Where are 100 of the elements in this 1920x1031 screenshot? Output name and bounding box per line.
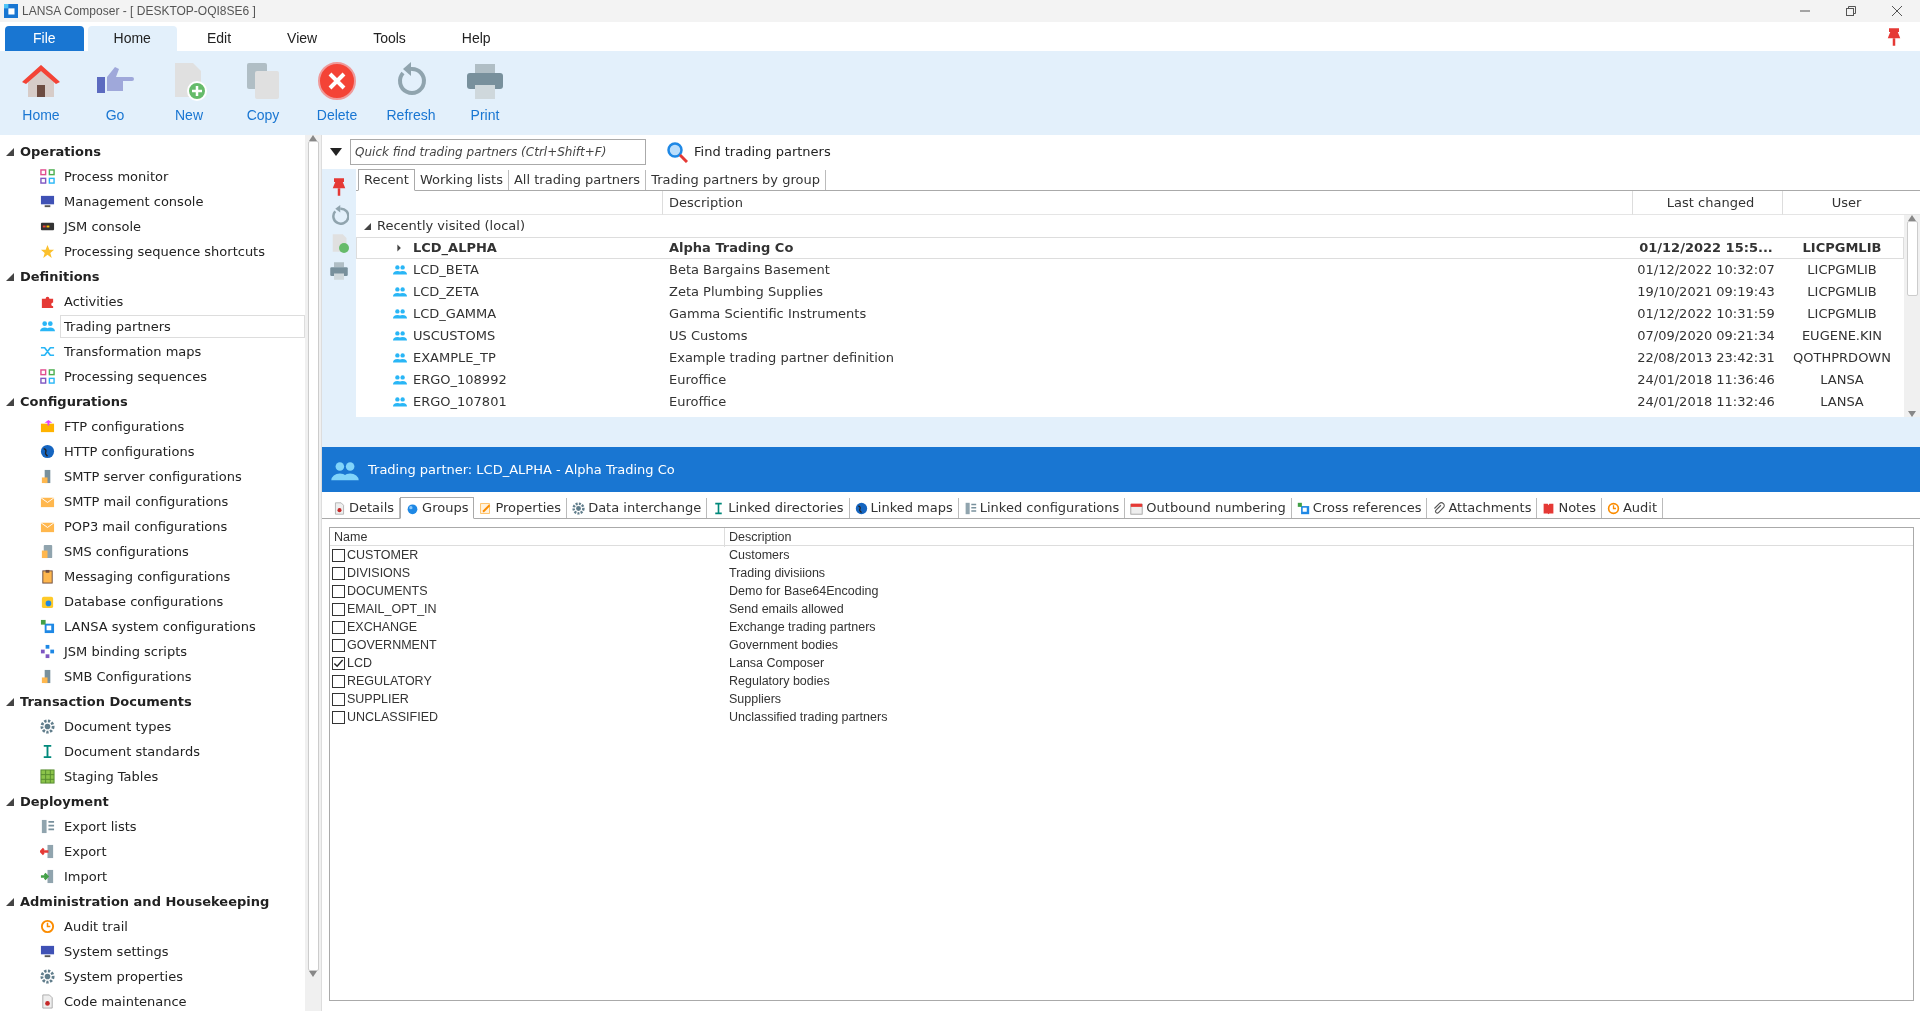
ribbon-button[interactable]: Copy xyxy=(230,61,296,126)
column-header[interactable]: Description xyxy=(724,528,1913,547)
table-cell-text: Zeta Plumbing Supplies xyxy=(668,283,824,302)
list-row[interactable]: ERGO_108992 Euroffice 24/01/2018 11:36:46 LANSA xyxy=(356,369,1904,391)
sidebar-item[interactable]: Processing sequences xyxy=(60,364,305,389)
list-row[interactable]: USCUSTOMS US Customs 07/09/2020 09:21:34 EUGENE.KIN xyxy=(356,325,1904,347)
sidebar-item[interactable]: Export lists xyxy=(60,814,305,839)
sidebar-group-heading[interactable]: Configurations xyxy=(20,391,128,412)
detail-tab[interactable]: Outbound numbering xyxy=(1125,498,1292,518)
sidebar-item[interactable]: Code maintenance xyxy=(60,989,305,1011)
ribbon-button[interactable]: New xyxy=(156,61,222,126)
checkbox[interactable] xyxy=(332,674,345,688)
detail-tab[interactable]: Groups xyxy=(400,497,475,519)
checkbox[interactable] xyxy=(332,692,345,706)
ribbon-button[interactable]: Go xyxy=(82,61,148,126)
table-cell-text: US Customs xyxy=(668,327,749,346)
scrollbar[interactable] xyxy=(1904,215,1920,417)
sidebar-group-heading[interactable]: Transaction Documents xyxy=(20,691,192,712)
checkbox[interactable] xyxy=(332,566,345,580)
checkbox[interactable] xyxy=(332,656,345,670)
list-row[interactable]: LCD_ALPHA Alpha Trading Co 01/12/2022 15:5... LICPGMLIB xyxy=(356,237,1904,259)
monitor-icon xyxy=(40,944,55,959)
sidebar-group-heading[interactable]: Operations xyxy=(20,141,101,162)
list-row[interactable]: LCD_GAMMA Gamma Scientific Instruments 01/12/2022 10:31:59 LICPGMLIB xyxy=(356,303,1904,325)
checkbox[interactable] xyxy=(332,638,345,652)
detail-tab[interactable]: Linked configurations xyxy=(958,498,1126,518)
list-tab[interactable]: All trading partners xyxy=(508,170,647,190)
sidebar-group-heading[interactable]: Definitions xyxy=(20,266,100,287)
sidebar-item[interactable]: Database configurations xyxy=(60,589,305,614)
detail-tab[interactable]: Linked maps xyxy=(849,498,959,518)
sidebar-item[interactable]: Trading partners xyxy=(60,314,305,339)
list-row[interactable]: EXAMPLE_TP Example trading partner definition 22/08/2013 23:42:31 QOTHPRDOWN xyxy=(356,347,1904,369)
sidebar-item[interactable]: Processing sequence shortcuts xyxy=(60,239,305,264)
printer-icon xyxy=(465,61,505,101)
sidebar-group-heading[interactable]: Administration and Housekeeping xyxy=(20,891,270,912)
sidebar-item[interactable]: LANSA system configurations xyxy=(60,614,305,639)
list-row[interactable]: ERGO_107801 Euroffice 24/01/2018 11:32:46 LANSA xyxy=(356,391,1904,413)
ribbon-button[interactable]: Print xyxy=(452,61,518,126)
sidebar-item[interactable]: SMTP mail configurations xyxy=(60,489,305,514)
scrollbar[interactable] xyxy=(305,135,321,1011)
detail-tab[interactable]: Properties xyxy=(474,498,568,518)
checkbox[interactable] xyxy=(332,602,345,616)
group-label[interactable]: Recently visited (local) xyxy=(377,216,525,236)
column-header[interactable]: Name xyxy=(330,528,724,547)
ribbon-button[interactable]: Home xyxy=(8,61,74,126)
sidebar-item[interactable]: Transformation maps xyxy=(60,339,305,364)
ribbon-button[interactable]: Delete xyxy=(304,61,370,126)
sidebar-item[interactable]: Import xyxy=(60,864,305,889)
sidebar-item[interactable]: Process monitor xyxy=(60,164,305,189)
menu-tab[interactable]: Help xyxy=(435,26,517,51)
sidebar-item[interactable]: SMB Configurations xyxy=(60,664,305,689)
sidebar-item[interactable]: JSM binding scripts xyxy=(60,639,305,664)
sidebar-item[interactable]: Document standards xyxy=(60,739,305,764)
sidebar-item[interactable]: FTP configurations xyxy=(60,414,305,439)
column-header[interactable]: Description xyxy=(669,192,744,213)
checkbox[interactable] xyxy=(332,548,345,562)
sidebar-item[interactable]: Management console xyxy=(60,189,305,214)
quick-find-field[interactable]: Quick find trading partners (Ctrl+Shift+F) xyxy=(350,139,646,165)
menu-tab[interactable]: View xyxy=(261,26,344,51)
table-cell-text: LICPGMLIB xyxy=(1806,305,1878,324)
detail-tab[interactable]: Attachments xyxy=(1427,498,1538,518)
list-tab[interactable]: Recent xyxy=(358,169,415,191)
sidebar-item[interactable]: Export xyxy=(60,839,305,864)
table-cell-text: Regulatory bodies xyxy=(728,673,831,690)
menu-tab[interactable]: File xyxy=(5,26,84,51)
list-tab[interactable]: Working lists xyxy=(414,170,509,190)
restore-icon xyxy=(1846,6,1856,16)
sidebar-item[interactable]: Audit trail xyxy=(60,914,305,939)
checkbox[interactable] xyxy=(332,584,345,598)
sidebar-item[interactable]: POP3 mail configurations xyxy=(60,514,305,539)
sidebar-item[interactable]: System settings xyxy=(60,939,305,964)
sidebar-item[interactable]: Messaging configurations xyxy=(60,564,305,589)
detail-tab[interactable]: Linked directories xyxy=(707,498,850,518)
menu-tab[interactable]: Tools xyxy=(347,26,432,51)
checkbox[interactable] xyxy=(332,710,345,724)
ribbon-button[interactable]: Refresh xyxy=(378,61,444,126)
sidebar-item[interactable]: SMTP server configurations xyxy=(60,464,305,489)
pencil-icon xyxy=(479,501,493,515)
sidebar-group-heading[interactable]: Deployment xyxy=(20,791,109,812)
detail-tab[interactable]: Cross references xyxy=(1291,498,1428,518)
sidebar-item[interactable]: Document types xyxy=(60,714,305,739)
sidebar-item[interactable]: Staging Tables xyxy=(60,764,305,789)
menu-tab[interactable]: Edit xyxy=(180,26,258,51)
column-header[interactable]: User xyxy=(1831,192,1862,213)
detail-tab[interactable]: Notes xyxy=(1537,498,1602,518)
list-tab[interactable]: Trading partners by group xyxy=(646,170,826,190)
checkbox[interactable] xyxy=(332,620,345,634)
find-button[interactable]: Find trading partners xyxy=(662,141,835,163)
group-name: UNCLASSIFIED xyxy=(347,709,438,726)
sidebar-item[interactable]: SMS configurations xyxy=(60,539,305,564)
sidebar-item[interactable]: JSM console xyxy=(60,214,305,239)
detail-tab[interactable]: Data interchange xyxy=(567,498,708,518)
sidebar-item[interactable]: HTTP configurations xyxy=(60,439,305,464)
sidebar-item[interactable]: Activities xyxy=(60,289,305,314)
menu-tab[interactable]: Home xyxy=(87,26,177,51)
list-row[interactable]: LCD_ZETA Zeta Plumbing Supplies 19/10/2021 09:19:43 LICPGMLIB xyxy=(356,281,1904,303)
list-row[interactable]: LCD_BETA Beta Bargains Basement 01/12/2022 10:32:07 LICPGMLIB xyxy=(356,259,1904,281)
detail-tab[interactable]: Audit xyxy=(1601,498,1664,518)
column-header[interactable]: Last changed xyxy=(1666,192,1755,213)
sidebar-item[interactable]: System properties xyxy=(60,964,305,989)
